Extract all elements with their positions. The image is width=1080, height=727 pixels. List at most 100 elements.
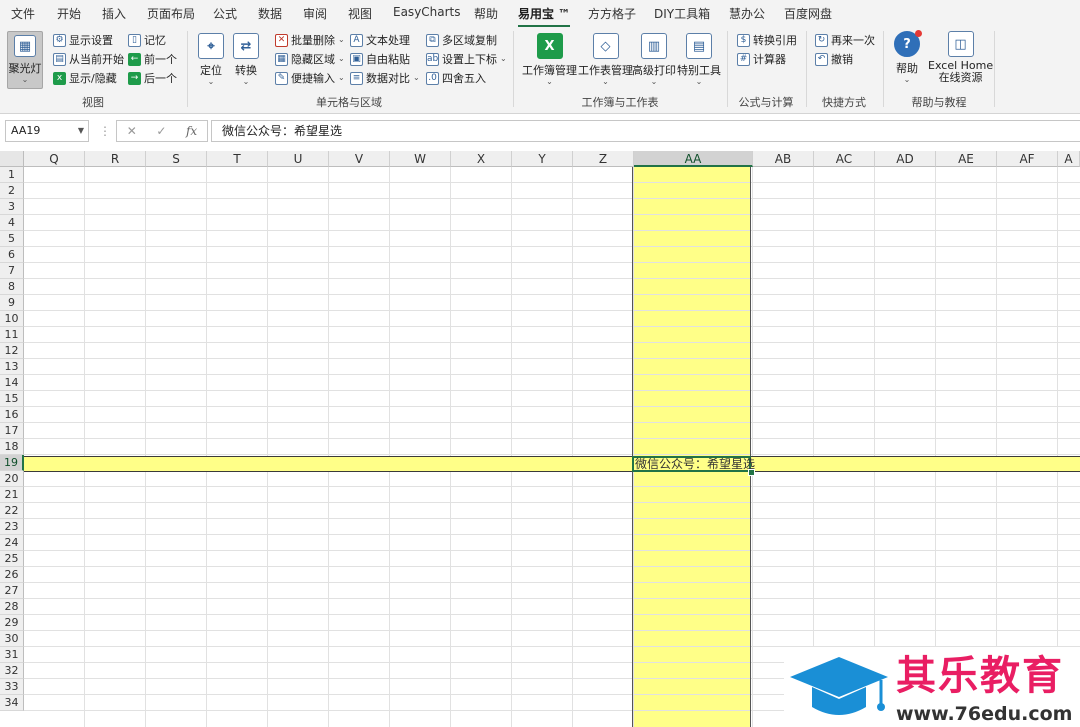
row-header[interactable]: 34 xyxy=(0,695,24,711)
next-button[interactable]: → 后一个 xyxy=(128,70,177,86)
tab-page-layout[interactable]: 页面布局 xyxy=(147,5,195,22)
start-from-current-button[interactable]: ▤ 从当前开始 xyxy=(53,51,124,67)
tab-view[interactable]: 视图 xyxy=(348,5,372,22)
row-header[interactable]: 28 xyxy=(0,599,24,615)
tab-yiyongbao[interactable]: 易用宝 ™ xyxy=(518,5,571,28)
row-header[interactable]: 19 xyxy=(0,455,24,471)
tab-baidu-netdisk[interactable]: 百度网盘 xyxy=(784,5,832,22)
column-header[interactable]: X xyxy=(451,151,512,167)
column-header[interactable]: AE xyxy=(936,151,997,167)
row-header[interactable]: 3 xyxy=(0,199,24,215)
column-header[interactable]: Y xyxy=(512,151,573,167)
column-header[interactable]: AF xyxy=(997,151,1058,167)
row-header[interactable]: 24 xyxy=(0,535,24,551)
row-header[interactable]: 9 xyxy=(0,295,24,311)
insert-function-icon[interactable]: fx xyxy=(186,124,197,138)
row-header[interactable]: 8 xyxy=(0,279,24,295)
row-header[interactable]: 32 xyxy=(0,663,24,679)
row-header[interactable]: 13 xyxy=(0,359,24,375)
special-tools-button[interactable]: ▤ 特别工具 ⌄ xyxy=(677,33,721,86)
row-header[interactable]: 14 xyxy=(0,375,24,391)
row-header[interactable]: 6 xyxy=(0,247,24,263)
workbook-mgmt-button[interactable]: X 工作簿管理 ⌄ xyxy=(522,33,577,86)
column-header[interactable]: AB xyxy=(753,151,814,167)
round-button[interactable]: .0 四舍五入 xyxy=(426,70,486,86)
hide-region-button[interactable]: ▦ 隐藏区域 ⌄ xyxy=(275,51,345,67)
column-header[interactable]: Q xyxy=(24,151,85,167)
convert-button[interactable]: ⇄ 转换 ⌄ xyxy=(233,33,259,86)
column-header[interactable]: T xyxy=(207,151,268,167)
memory-button[interactable]: ▯ 记忆 xyxy=(128,32,166,48)
previous-button[interactable]: ← 前一个 xyxy=(128,51,177,67)
row-header[interactable]: 1 xyxy=(0,167,24,183)
row-header[interactable]: 22 xyxy=(0,503,24,519)
row-header[interactable]: 12 xyxy=(0,343,24,359)
row-header[interactable]: 29 xyxy=(0,615,24,631)
column-header[interactable]: A xyxy=(1058,151,1080,167)
spotlight-button[interactable]: ▦ 聚光灯 ⌄ xyxy=(7,31,43,89)
row-header[interactable]: 16 xyxy=(0,407,24,423)
data-compare-button[interactable]: ≡ 数据对比 ⌄ xyxy=(350,70,420,86)
tab-insert[interactable]: 插入 xyxy=(102,5,126,22)
select-all-corner[interactable] xyxy=(0,151,24,167)
repeat-button[interactable]: ↻ 再来一次 xyxy=(815,32,875,48)
column-header[interactable]: S xyxy=(146,151,207,167)
locate-button[interactable]: ⌖ 定位 ⌄ xyxy=(198,33,224,86)
show-settings-button[interactable]: ⚙ 显示设置 xyxy=(53,32,113,48)
tab-diy-toolbox[interactable]: DIY工具箱 xyxy=(654,5,710,22)
calculator-button[interactable]: # 计算器 xyxy=(737,51,786,67)
convert-ref-button[interactable]: $ 转换引用 xyxy=(737,32,797,48)
row-header[interactable]: 7 xyxy=(0,263,24,279)
worksheet-grid[interactable]: 微信公众号：希望星选 Q R S T U V W X Y Z AA AB AC AD AE AF A 12345… xyxy=(0,151,1080,727)
row-header[interactable]: 20 xyxy=(0,471,24,487)
column-header[interactable]: AC xyxy=(814,151,875,167)
column-header[interactable]: U xyxy=(268,151,329,167)
row-header[interactable]: 5 xyxy=(0,231,24,247)
tab-review[interactable]: 审阅 xyxy=(303,5,327,22)
excel-home-button[interactable]: ◫ Excel Home 在线资源 xyxy=(928,31,993,84)
row-header[interactable]: 25 xyxy=(0,551,24,567)
tab-fangfanggezi[interactable]: 方方格子 xyxy=(588,5,636,22)
tab-easycharts[interactable]: EasyCharts xyxy=(393,5,461,19)
tab-file[interactable]: 文件 xyxy=(11,5,35,22)
column-header[interactable]: R xyxy=(85,151,146,167)
undo-button[interactable]: ↶ 撤销 xyxy=(815,51,853,67)
column-header[interactable]: AA xyxy=(634,151,753,167)
column-header[interactable]: AD xyxy=(875,151,936,167)
column-header[interactable]: V xyxy=(329,151,390,167)
text-process-button[interactable]: A 文本处理 xyxy=(350,32,410,48)
row-header[interactable]: 2 xyxy=(0,183,24,199)
sup-sub-button[interactable]: ab 设置上下标 ⌄ xyxy=(426,51,507,67)
formula-input[interactable]: 微信公众号：希望星选 xyxy=(211,120,1080,142)
free-paste-button[interactable]: ▣ 自由粘贴 xyxy=(350,51,410,67)
row-header[interactable]: 17 xyxy=(0,423,24,439)
row-header[interactable]: 11 xyxy=(0,327,24,343)
show-hide-button[interactable]: x 显示/隐藏 xyxy=(53,70,117,86)
row-header[interactable]: 15 xyxy=(0,391,24,407)
column-header[interactable]: Z xyxy=(573,151,634,167)
row-header[interactable]: 4 xyxy=(0,215,24,231)
tab-help[interactable]: 帮助 xyxy=(474,5,498,22)
row-header[interactable]: 10 xyxy=(0,311,24,327)
quick-input-button[interactable]: ✎ 便捷输入 ⌄ xyxy=(275,70,345,86)
name-box[interactable]: AA19 ▼ xyxy=(5,120,89,142)
column-header[interactable]: W xyxy=(390,151,451,167)
tab-data[interactable]: 数据 xyxy=(258,5,282,22)
confirm-icon[interactable]: ✓ xyxy=(156,124,166,138)
help-button[interactable]: ? 帮助 ⌄ xyxy=(894,30,922,84)
row-header[interactable]: 27 xyxy=(0,583,24,599)
row-header[interactable]: 21 xyxy=(0,487,24,503)
adv-print-button[interactable]: ▥ 高级打印 ⌄ xyxy=(632,33,676,86)
row-header[interactable]: 33 xyxy=(0,679,24,695)
cancel-icon[interactable]: ✕ xyxy=(127,124,137,138)
row-header[interactable]: 18 xyxy=(0,439,24,455)
row-header[interactable]: 23 xyxy=(0,519,24,535)
batch-delete-button[interactable]: ✕ 批量删除 ⌄ xyxy=(275,32,345,48)
row-header[interactable]: 26 xyxy=(0,567,24,583)
tab-formulas[interactable]: 公式 xyxy=(213,5,237,22)
tab-huibangong[interactable]: 慧办公 xyxy=(729,5,765,22)
sheet-mgmt-button[interactable]: ◇ 工作表管理 ⌄ xyxy=(578,33,633,86)
row-header[interactable]: 31 xyxy=(0,647,24,663)
multi-copy-button[interactable]: ⧉ 多区域复制 xyxy=(426,32,497,48)
tab-home[interactable]: 开始 xyxy=(57,5,81,22)
